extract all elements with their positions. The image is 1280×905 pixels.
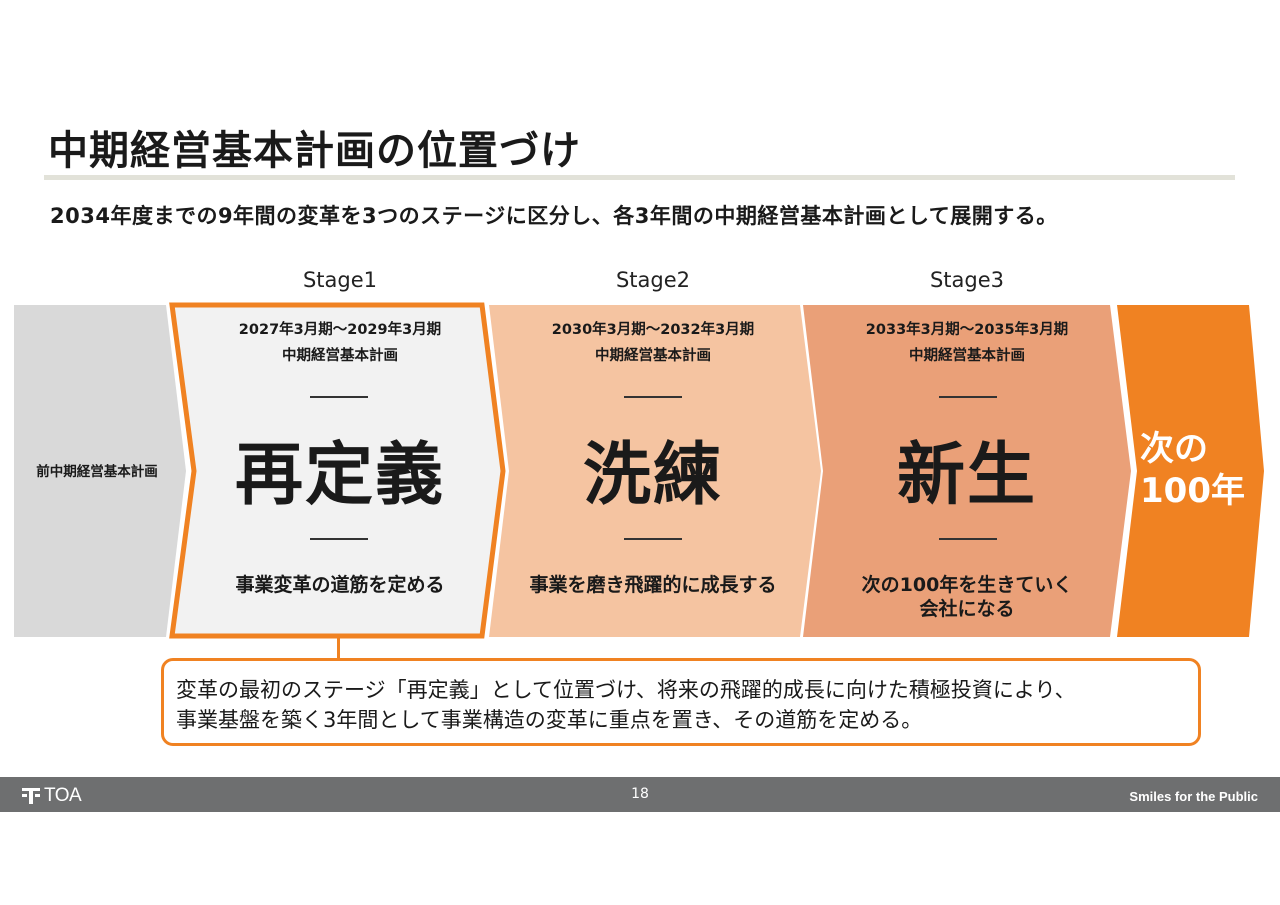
page-number: 18 (631, 786, 649, 802)
stage3-period: 2033年3月期～2035年3月期 (865, 322, 1069, 338)
stage1-callout: 変革の最初のステージ「再定義」として位置づけ、将来の飛躍的成長に向けた積極投資に… (161, 658, 1201, 746)
logo-text: TOA (44, 785, 82, 806)
next-century-label: 次の 100年 (1140, 428, 1270, 512)
toa-logo-icon (22, 788, 40, 804)
stage2-goal: 事業を磨き飛躍的に成長する (495, 573, 811, 597)
stage3-goal-line1: 次の100年を生きていく (861, 574, 1073, 596)
stage2-period: 2030年3月期～2032年3月期 (551, 322, 755, 338)
stage1-keyword: 再定義 (234, 436, 445, 515)
stage2-bottom-divider (624, 538, 682, 540)
stage3-goal-line2: 会社になる (919, 598, 1015, 620)
stage3-keyword: 新生 (896, 436, 1037, 515)
footer-slogan: Smiles for the Public (1129, 789, 1258, 804)
stage1-header: 2027年3月期～2029年3月期 中期経営基本計画 (182, 317, 498, 369)
stage1-goal-line1: 事業変革の道筋を定める (235, 574, 445, 596)
stage3-header: 2033年3月期～2035年3月期 中期経営基本計画 (809, 317, 1125, 369)
callout-line2: 事業基盤を築く3年間として事業構造の変革に重点を置き、その道筋を定める。 (176, 708, 923, 732)
stage1-top-divider (310, 396, 368, 398)
stage1-plan: 中期経営基本計画 (282, 348, 398, 364)
next-century-line1: 次の (1140, 429, 1208, 469)
stage1-goal: 事業変革の道筋を定める (182, 573, 498, 597)
callout-line1: 変革の最初のステージ「再定義」として位置づけ、将来の飛躍的成長に向けた積極投資に… (176, 678, 1076, 702)
stage2-top-divider (624, 396, 682, 398)
stage3-top-divider (939, 396, 997, 398)
stage1-bottom-divider (310, 538, 368, 540)
stage2-keyword: 洗練 (582, 436, 723, 515)
callout-connector (337, 638, 340, 660)
next-century-line2: 100年 (1140, 471, 1245, 511)
stage2-goal-line1: 事業を磨き飛躍的に成長する (529, 574, 777, 596)
stage1-period: 2027年3月期～2029年3月期 (238, 322, 442, 338)
stage3-plan: 中期経営基本計画 (909, 348, 1025, 364)
stage3-goal: 次の100年を生きていく 会社になる (809, 573, 1125, 621)
footer-logo: TOA (22, 785, 82, 806)
stage3-bottom-divider (939, 538, 997, 540)
stage2-plan: 中期経営基本計画 (595, 348, 711, 364)
stage2-header: 2030年3月期～2032年3月期 中期経営基本計画 (495, 317, 811, 369)
previous-plan-label: 前中期経営基本計画 (36, 464, 158, 480)
